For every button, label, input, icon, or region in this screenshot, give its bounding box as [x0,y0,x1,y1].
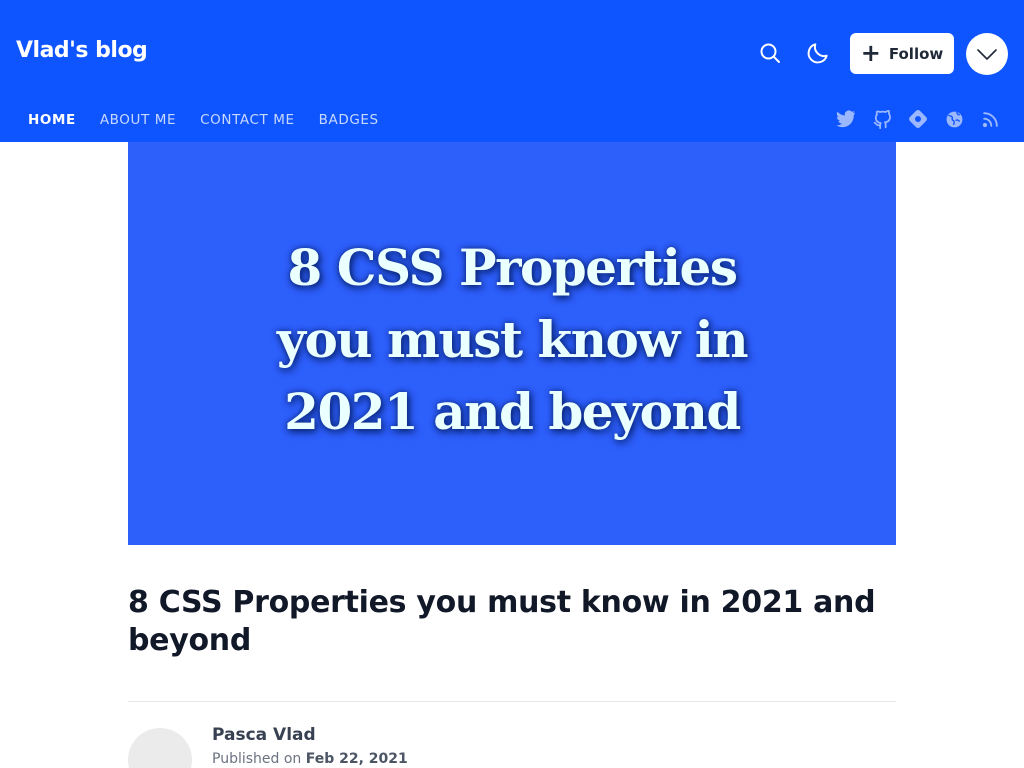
cover-line-3: 2021 and beyond [284,381,741,441]
main-nav: HOME ABOUT ME CONTACT ME BADGES [16,108,391,132]
social-links [836,109,1000,129]
globe-icon [946,111,962,127]
site-header: Vlad's blog + Follow HOME ABOUT ME CONTA… [0,0,1024,142]
hashnode-icon [909,110,927,128]
theme-toggle-button[interactable] [800,35,836,71]
cover-image: 8 CSS Properties you must know in 2021 a… [128,142,896,545]
author-name[interactable]: Pasca Vlad [212,725,316,745]
github-link[interactable] [872,109,892,129]
twitter-icon [836,110,855,128]
published-info: Published on Feb 22, 2021 [212,751,408,767]
nav-item-home[interactable]: HOME [16,108,88,132]
hashnode-link[interactable] [908,109,928,129]
moon-icon [807,43,828,64]
avatar[interactable] [128,728,192,768]
blog-title[interactable]: Vlad's blog [16,38,148,63]
search-icon [760,43,780,63]
menu-button[interactable] [966,33,1008,75]
nav-item-about-me[interactable]: ABOUT ME [88,108,188,132]
search-button[interactable] [752,35,788,71]
rss-icon [982,111,998,127]
cover-text: 8 CSS Properties you must know in 2021 a… [276,232,749,448]
nav-item-contact-me[interactable]: CONTACT ME [188,108,307,132]
chevron-down-icon [977,49,997,60]
published-date: Feb 22, 2021 [305,751,408,767]
cover-line-2: you must know in [276,309,749,369]
website-link[interactable] [944,109,964,129]
github-icon [873,109,891,129]
post-title: 8 CSS Properties you must know in 2021 a… [128,585,876,658]
nav-item-badges[interactable]: BADGES [307,108,391,132]
plus-icon: + [860,38,881,67]
follow-label: Follow [888,44,944,63]
published-prefix: Published on [212,751,302,767]
cover-line-1: 8 CSS Properties [287,237,738,297]
rss-link[interactable] [980,109,1000,129]
divider [128,701,896,702]
twitter-link[interactable] [836,109,856,129]
follow-button[interactable]: + Follow [850,33,954,74]
